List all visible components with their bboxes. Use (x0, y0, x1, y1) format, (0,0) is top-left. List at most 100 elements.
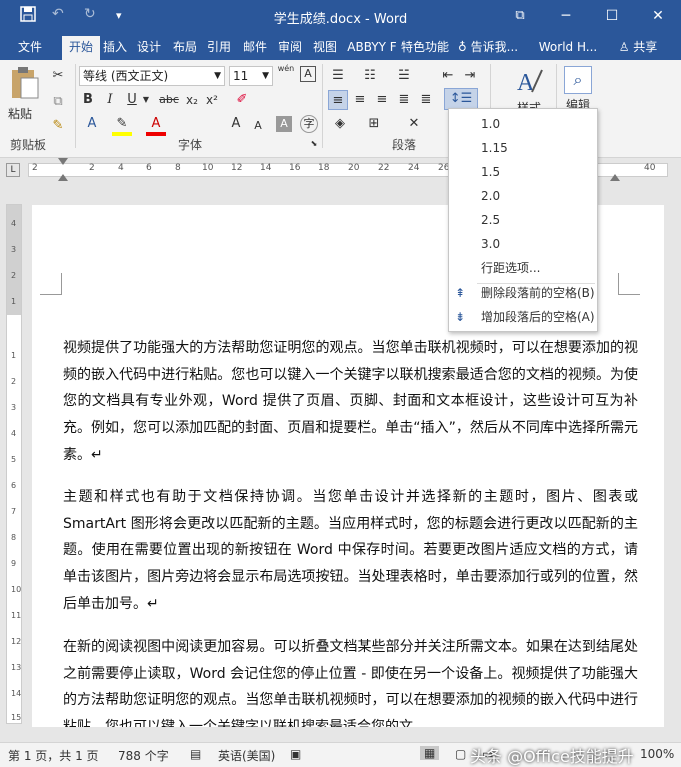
line-spacing-option[interactable]: 2.0 (449, 185, 597, 208)
line-spacing-option[interactable]: 1.15 (449, 137, 597, 160)
proofing-icon[interactable]: ▤ (190, 747, 201, 761)
account-name[interactable]: World H... (535, 36, 601, 60)
tab-layout[interactable]: 布局 (170, 36, 200, 60)
close-button[interactable]: ✕ (635, 0, 681, 32)
hanging-indent-marker[interactable] (58, 174, 68, 181)
ruler-tick-label: 2 (32, 163, 38, 173)
tab-view[interactable]: 视图 (310, 36, 340, 60)
vertical-ruler[interactable]: 4 3 2 1 1 2 3 4 5 6 7 8 9 10 11 12 13 14… (6, 204, 22, 724)
tab-home[interactable]: 开始 (62, 36, 100, 60)
language[interactable]: 英语(美国) (218, 747, 275, 764)
bold-icon[interactable]: B (78, 90, 98, 110)
tab-insert[interactable]: 插入 (100, 36, 130, 60)
remove-space-before-label: 删除段落前的空格(B) (481, 286, 595, 300)
align-center-icon[interactable]: ≡ (350, 90, 370, 110)
font-color-icon[interactable]: A (146, 114, 166, 136)
ruler-tick-label: 1 (11, 351, 17, 360)
superscript-icon[interactable]: x² (202, 90, 222, 110)
tell-me-box[interactable]: ♁ 告诉我... (458, 36, 530, 60)
chevron-down-icon: ▼ (214, 71, 221, 81)
styles-icon: A (517, 69, 543, 96)
align-right-icon[interactable]: ≡ (372, 90, 392, 110)
grow-font-icon[interactable]: A (226, 114, 246, 134)
tab-abbyy[interactable]: ABBYY F (344, 36, 400, 60)
ruler-tick-label: 6 (146, 163, 152, 173)
macro-recording-icon[interactable]: ▣ (290, 747, 301, 761)
line-spacing-button[interactable]: ↕☰ (444, 88, 478, 110)
align-left-icon[interactable]: ≡ (328, 90, 348, 110)
increase-indent-icon[interactable]: ⇥ (460, 66, 480, 86)
maximize-button[interactable]: ☐ (589, 0, 635, 32)
phonetic-guide-icon[interactable]: wén (276, 64, 296, 84)
enclose-characters-icon[interactable]: 字 (300, 115, 318, 133)
ruler-tick-label: 15 (11, 713, 22, 722)
character-border-icon[interactable]: A (300, 66, 316, 82)
ruler-tick-label: 24 (408, 163, 420, 173)
character-shading-icon[interactable]: A (276, 116, 292, 132)
tab-design[interactable]: 设计 (134, 36, 164, 60)
dialog-launcher-icon[interactable]: ⬊ (308, 138, 320, 150)
chevron-down-icon[interactable]: ▼ (136, 90, 156, 110)
copy-icon[interactable]: ⧉ (48, 92, 68, 112)
shading-icon[interactable]: ◈ (330, 114, 350, 134)
magnifier-icon: ⌕ (564, 66, 592, 94)
subscript-icon[interactable]: x₂ (182, 90, 202, 110)
right-indent-marker[interactable] (610, 174, 620, 181)
chinese-layout-icon[interactable]: ✕ (404, 114, 424, 134)
line-spacing-option[interactable]: 1.5 (449, 161, 597, 184)
chevron-down-icon: ▼ (262, 71, 269, 81)
paste-label: 粘贴 (8, 107, 33, 121)
decrease-indent-icon[interactable]: ⇤ (438, 66, 458, 86)
divider (75, 64, 76, 148)
tab-features[interactable]: 特色功能 (400, 36, 450, 60)
highlight-icon[interactable]: ✎ (112, 114, 132, 136)
paragraph-group-label: 段落 (392, 138, 417, 152)
document-paragraph[interactable]: 在新的阅读视图中阅读更加容易。可以折叠文档某些部分并关注所需文本。如果在达到结尾… (63, 634, 638, 727)
tab-references[interactable]: 引用 (204, 36, 234, 60)
word-count[interactable]: 788 个字 (118, 747, 169, 764)
tab-file[interactable]: 文件 (8, 36, 52, 60)
justify-icon[interactable]: ≣ (394, 90, 414, 110)
font-name-value: 等线 (西文正文) (83, 69, 169, 83)
remove-space-before-item[interactable]: ⇞ 删除段落前的空格(B) (449, 282, 597, 305)
line-spacing-option[interactable]: 3.0 (449, 233, 597, 256)
italic-icon[interactable]: I (100, 90, 120, 110)
strikethrough-icon[interactable]: abc (158, 90, 180, 110)
ruler-tick-label: 4 (11, 219, 17, 228)
ruler-tick-label: 12 (231, 163, 243, 173)
document-paragraph[interactable]: 主题和样式也有助于文档保持协调。当您单击设计并选择新的主题时，图片、图表或 Sm… (63, 484, 638, 618)
lightbulb-icon: ♁ (458, 40, 467, 54)
line-spacing-option[interactable]: 2.5 (449, 209, 597, 232)
ribbon-display-options-button[interactable]: ⧉ (497, 0, 543, 32)
document-paragraph[interactable]: 视频提供了功能强大的方法帮助您证明您的观点。当您单击联机视频时，可以在想要添加的… (63, 335, 638, 469)
line-spacing-options-item[interactable]: 行距选项... (449, 257, 597, 280)
ruler-tick-label: 16 (289, 163, 301, 173)
borders-icon[interactable]: ⊞ (364, 114, 384, 134)
ruler-tick-label: 2 (89, 163, 95, 173)
clear-formatting-icon[interactable]: ✐ (232, 90, 252, 110)
tab-review[interactable]: 审阅 (275, 36, 305, 60)
minimize-button[interactable]: ─ (543, 0, 589, 32)
print-layout-icon[interactable]: ▦ (420, 746, 440, 760)
text-effects-icon[interactable]: A (82, 114, 102, 134)
font-size-combo[interactable]: 11 ▼ (229, 66, 273, 86)
numbering-icon[interactable]: ☷ (360, 66, 380, 86)
line-spacing-option[interactable]: 1.0 (449, 113, 597, 136)
add-space-after-item[interactable]: ⇟ 增加段落后的空格(A) (449, 306, 597, 329)
multilevel-list-icon[interactable]: ☱ (394, 66, 414, 86)
zoom-level[interactable]: 100% (640, 747, 674, 761)
share-button[interactable]: ♙ 共享 (610, 36, 666, 60)
first-line-indent-marker[interactable] (58, 158, 68, 165)
add-space-after-label: 增加段落后的空格(A) (481, 310, 595, 324)
font-name-combo[interactable]: 等线 (西文正文) ▼ (79, 66, 225, 86)
cut-icon[interactable]: ✂ (48, 66, 68, 86)
read-mode-icon[interactable]: ▢ (455, 747, 466, 761)
shrink-font-icon[interactable]: A (248, 116, 268, 136)
distributed-icon[interactable]: ≣ (416, 90, 436, 110)
tab-mailings[interactable]: 邮件 (240, 36, 270, 60)
bullets-icon[interactable]: ☰ (328, 66, 348, 86)
paste-button[interactable]: 粘贴 (8, 66, 44, 126)
page-count[interactable]: 第 1 页，共 1 页 (8, 747, 99, 764)
tab-selector[interactable]: L (6, 163, 20, 177)
format-painter-icon[interactable]: ✎ (48, 116, 68, 136)
